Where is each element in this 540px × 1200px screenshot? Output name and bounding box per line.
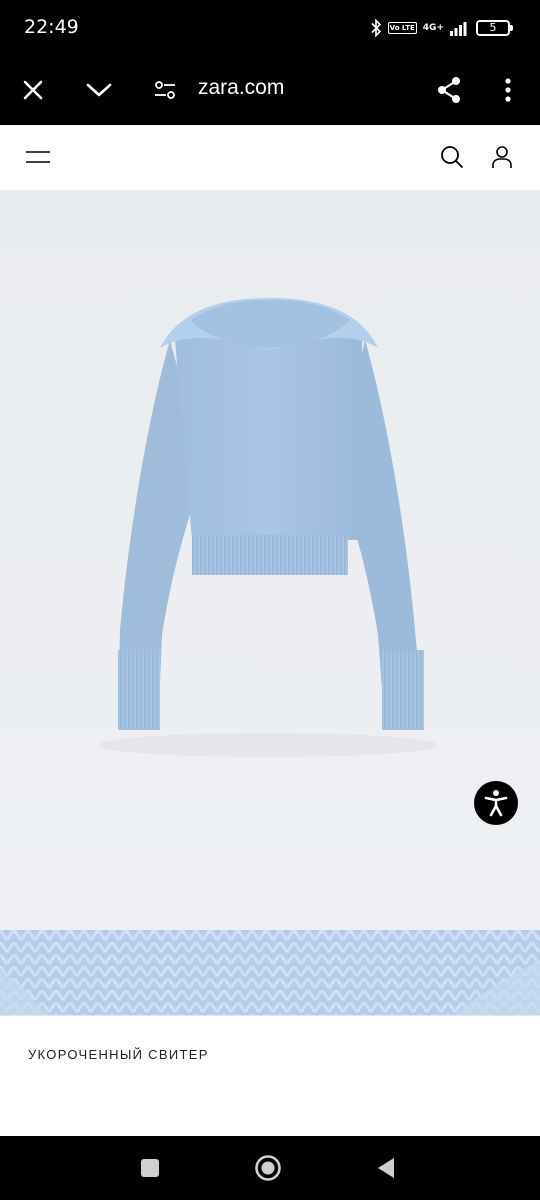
search-icon [441, 146, 464, 169]
back-icon [378, 1158, 394, 1178]
account-button[interactable] [478, 133, 526, 181]
site-settings-button[interactable] [141, 66, 189, 114]
volte-icon: Vo LTE [387, 22, 417, 34]
recent-apps-icon [141, 1159, 159, 1177]
more-menu-button[interactable] [484, 66, 532, 114]
signal-icon [450, 22, 467, 36]
product-image[interactable] [0, 190, 540, 930]
search-button[interactable] [428, 133, 476, 181]
url-bar[interactable]: zara.com [198, 76, 284, 100]
chevron-down-icon [86, 83, 112, 97]
accessibility-button[interactable] [474, 781, 518, 825]
recent-apps-button[interactable] [126, 1144, 174, 1192]
battery-icon: 5 [476, 20, 513, 36]
sweater-image [0, 190, 540, 930]
back-button[interactable] [362, 1144, 410, 1192]
system-nav-bar [0, 1136, 540, 1200]
status-icons: Vo LTE 4G+ 5 [370, 14, 513, 42]
accessibility-icon [484, 790, 508, 817]
browser-toolbar: zara.com [0, 56, 540, 125]
site-settings-icon [155, 81, 175, 99]
home-icon [255, 1155, 281, 1181]
product-detail-image[interactable] [0, 930, 540, 1015]
home-button[interactable] [244, 1144, 292, 1192]
close-icon [23, 80, 43, 100]
bluetooth-icon [371, 19, 381, 37]
status-time: 22:49 [24, 16, 79, 38]
status-bar: 22:49 Vo LTE 4G+ 5 [0, 0, 540, 56]
menu-button[interactable] [14, 133, 62, 181]
close-tab-button[interactable] [9, 66, 57, 114]
product-name[interactable]: УКОРОЧЕННЫЙ СВИТЕР [28, 1047, 209, 1062]
knit-texture-image [0, 930, 540, 1015]
user-icon [492, 146, 512, 168]
more-vertical-icon [505, 78, 511, 102]
site-header [0, 125, 540, 190]
network-type: 4G+ [422, 22, 444, 33]
hamburger-menu-icon [26, 151, 50, 163]
product-info: УКОРОЧЕННЫЙ СВИТЕР [0, 1015, 540, 1136]
share-button[interactable] [425, 66, 473, 114]
share-icon [438, 77, 460, 103]
minimize-button[interactable] [75, 66, 123, 114]
